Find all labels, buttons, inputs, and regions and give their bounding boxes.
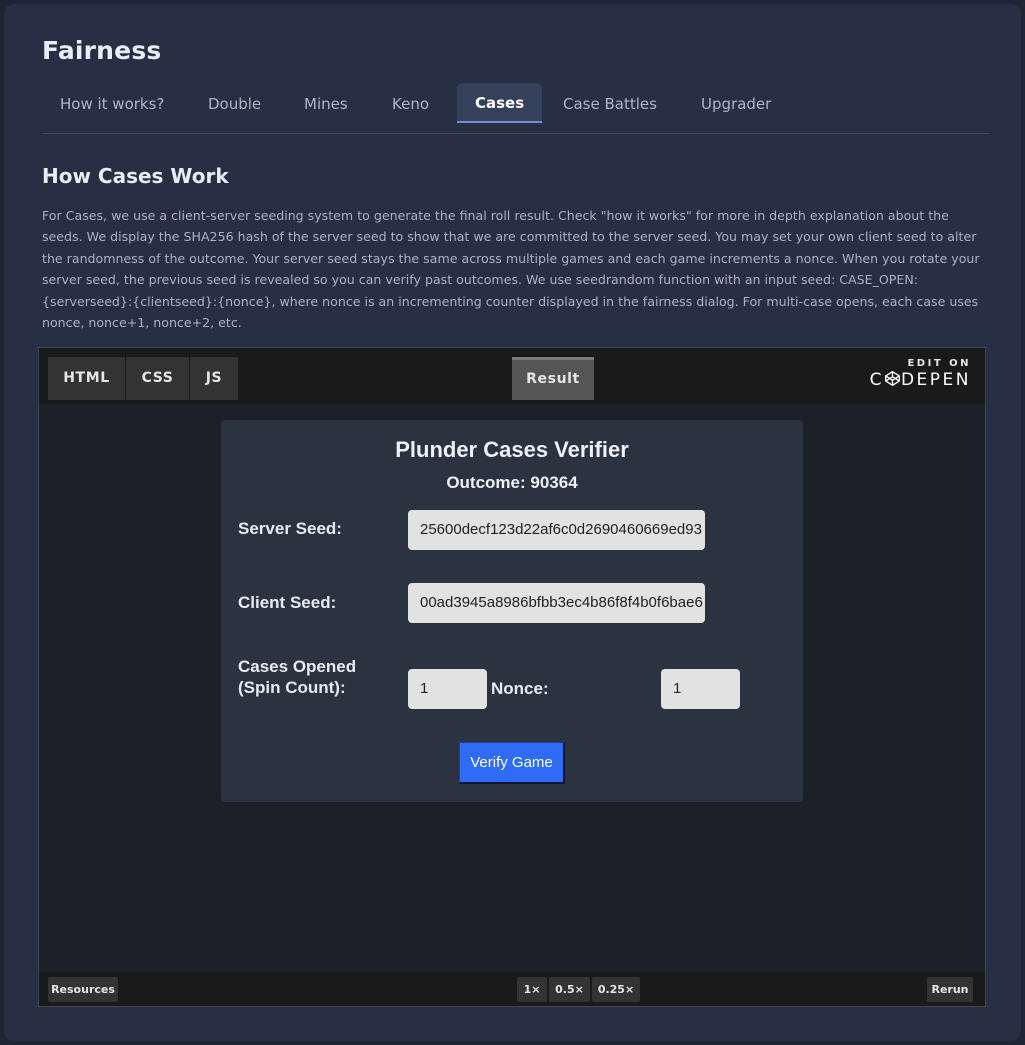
edit-on-label: EDIT ON [907, 358, 971, 369]
nonce-input[interactable]: 1 [661, 669, 740, 709]
tab-mines[interactable]: Mines [286, 83, 366, 123]
zoom-1x-button[interactable]: 1× [517, 977, 547, 1002]
codepen-logo-right: DEPEN [900, 370, 971, 390]
tab-upgrader[interactable]: Upgrader [683, 83, 789, 123]
zoom-025x-button[interactable]: 0.25× [592, 977, 640, 1002]
codepen-result-area: Plunder Cases Verifier Outcome: 90364 Se… [39, 404, 985, 972]
client-seed-label: Client Seed: [238, 593, 337, 612]
codepen-cube-icon [884, 370, 901, 392]
fairness-tabs: How it works? Double Mines Keno Cases Ca… [42, 83, 990, 134]
tab-keno[interactable]: Keno [374, 83, 447, 123]
nonce-label: Nonce: [491, 679, 549, 698]
codepen-header: HTML CSS JS Result EDIT ON C DEPEN [39, 348, 985, 404]
tab-cases[interactable]: Cases [457, 83, 543, 123]
tab-double[interactable]: Double [190, 83, 279, 123]
section-description: For Cases, we use a client-server seedin… [42, 208, 980, 331]
cases-opened-label: Cases Opened (Spin Count): [238, 656, 356, 698]
page-title: Fairness [42, 36, 162, 65]
codepen-tab-js[interactable]: JS [190, 357, 238, 400]
codepen-tab-css[interactable]: CSS [126, 357, 189, 400]
tab-how-it-works[interactable]: How it works? [42, 83, 182, 123]
codepen-logo: C DEPEN [870, 370, 971, 392]
rerun-button[interactable]: Rerun [927, 977, 973, 1002]
section-title: How Cases Work [42, 164, 229, 188]
client-seed-input[interactable]: 00ad3945a8986bfbb3ec4b86f8f4b0f6bae6 [408, 583, 705, 623]
zoom-05x-button[interactable]: 0.5× [549, 977, 590, 1002]
server-seed-input[interactable]: 25600decf123d22af6c0d2690460669ed93 [408, 510, 705, 550]
resources-button[interactable]: Resources [48, 977, 118, 1002]
codepen-tab-result[interactable]: Result [512, 357, 594, 400]
verifier-card: Plunder Cases Verifier Outcome: 90364 Se… [221, 420, 803, 802]
tab-case-battles[interactable]: Case Battles [545, 83, 675, 123]
cases-opened-input[interactable]: 1 [408, 669, 487, 709]
codepen-logo-left: C [869, 370, 884, 390]
outcome-value: Outcome: 90364 [446, 473, 578, 492]
cases-opened-label-line1: Cases Opened [238, 657, 357, 676]
verify-game-button[interactable]: Verify Game [459, 742, 565, 784]
cases-opened-label-line2: (Spin Count): [238, 678, 346, 697]
verifier-title: Plunder Cases Verifier [395, 437, 629, 462]
codepen-tab-html[interactable]: HTML [48, 357, 125, 400]
edit-on-codepen-link[interactable]: EDIT ON C DEPEN [870, 358, 971, 392]
codepen-embed: HTML CSS JS Result EDIT ON C DEPEN Plunde… [38, 347, 986, 1007]
server-seed-label: Server Seed: [238, 519, 342, 538]
codepen-footer: Resources 1× 0.5× 0.25× Rerun [39, 972, 985, 1006]
